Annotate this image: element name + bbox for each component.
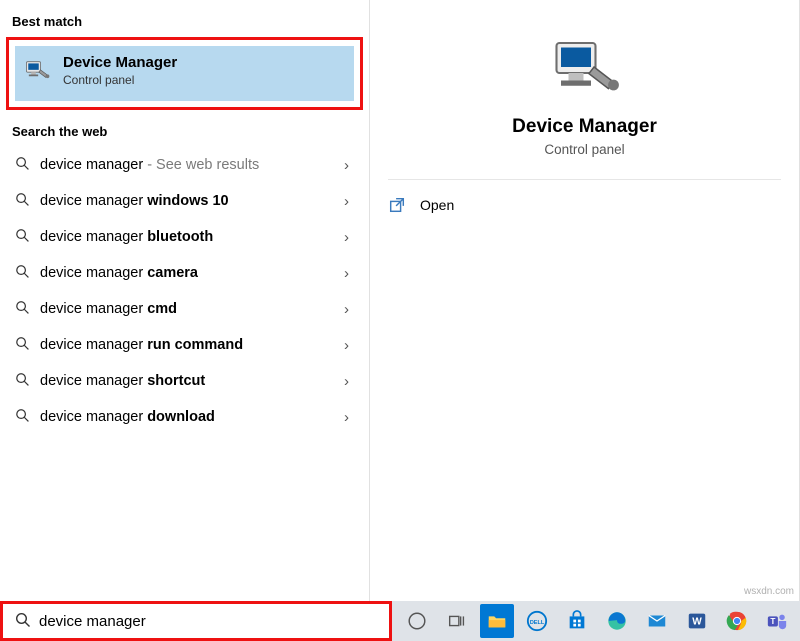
watermark: wsxdn.com	[744, 586, 794, 597]
file-explorer-icon[interactable]	[480, 604, 514, 638]
web-result-text: device manager run command	[40, 337, 334, 353]
chevron-right-icon: ›	[344, 409, 355, 426]
open-icon	[388, 196, 406, 214]
section-header-best-match: Best match	[0, 0, 369, 37]
open-action[interactable]: Open	[370, 180, 799, 230]
search-icon	[14, 228, 30, 246]
web-result-text: device manager bluetooth	[40, 229, 334, 245]
section-header-search-web: Search the web	[0, 110, 369, 147]
cortana-icon[interactable]	[400, 604, 434, 638]
details-subtitle: Control panel	[370, 142, 799, 157]
search-input[interactable]	[39, 604, 389, 638]
open-label: Open	[420, 197, 454, 213]
highlight-box-best-match: Device Manager Control panel	[6, 37, 363, 110]
best-match-subtitle: Control panel	[63, 73, 177, 87]
bottom-bar: DELL W T	[0, 601, 800, 641]
chevron-right-icon: ›	[344, 301, 355, 318]
best-match-title: Device Manager	[63, 54, 177, 71]
details-panel: Device Manager Control panel Open	[370, 0, 800, 601]
web-result-text: device manager cmd	[40, 301, 334, 317]
svg-text:DELL: DELL	[530, 620, 545, 626]
chrome-icon[interactable]	[720, 604, 754, 638]
web-result-item[interactable]: device manager - See web results ›	[8, 147, 361, 183]
teams-icon[interactable]: T	[760, 604, 794, 638]
web-result-item[interactable]: device manager run command ›	[8, 327, 361, 363]
device-manager-icon-large	[549, 34, 621, 106]
highlight-box-search	[0, 601, 392, 641]
store-icon[interactable]	[560, 604, 594, 638]
chevron-right-icon: ›	[344, 337, 355, 354]
search-icon	[15, 612, 31, 631]
best-match-result[interactable]: Device Manager Control panel	[15, 46, 354, 101]
search-icon	[14, 156, 30, 174]
task-view-icon[interactable]	[440, 604, 474, 638]
search-icon	[14, 300, 30, 318]
web-result-text: device manager camera	[40, 265, 334, 281]
web-result-item[interactable]: device manager cmd ›	[8, 291, 361, 327]
taskbar: DELL W T	[392, 601, 800, 641]
svg-text:W: W	[692, 617, 702, 628]
chevron-right-icon: ›	[344, 193, 355, 210]
best-match-text: Device Manager Control panel	[63, 54, 177, 87]
web-result-text: device manager shortcut	[40, 373, 334, 389]
chevron-right-icon: ›	[344, 157, 355, 174]
mail-icon[interactable]	[640, 604, 674, 638]
search-icon	[14, 408, 30, 426]
web-result-text: device manager - See web results	[40, 157, 334, 173]
word-icon[interactable]: W	[680, 604, 714, 638]
web-result-item[interactable]: device manager bluetooth ›	[8, 219, 361, 255]
chevron-right-icon: ›	[344, 373, 355, 390]
search-icon	[14, 336, 30, 354]
search-results-panel: Best match Device Manager Control panel …	[0, 0, 370, 601]
chevron-right-icon: ›	[344, 265, 355, 282]
dell-icon[interactable]: DELL	[520, 604, 554, 638]
web-result-item[interactable]: device manager windows 10 ›	[8, 183, 361, 219]
edge-icon[interactable]	[600, 604, 634, 638]
web-result-item[interactable]: device manager shortcut ›	[8, 363, 361, 399]
web-result-text: device manager download	[40, 409, 334, 425]
search-icon	[14, 192, 30, 210]
web-results-list: device manager - See web results›device …	[0, 147, 369, 435]
web-result-item[interactable]: device manager camera ›	[8, 255, 361, 291]
device-manager-icon	[23, 57, 51, 85]
web-result-item[interactable]: device manager download ›	[8, 399, 361, 435]
chevron-right-icon: ›	[344, 229, 355, 246]
search-icon	[14, 372, 30, 390]
search-icon	[14, 264, 30, 282]
details-title: Device Manager	[370, 116, 799, 138]
web-result-text: device manager windows 10	[40, 193, 334, 209]
svg-text:T: T	[770, 617, 775, 626]
